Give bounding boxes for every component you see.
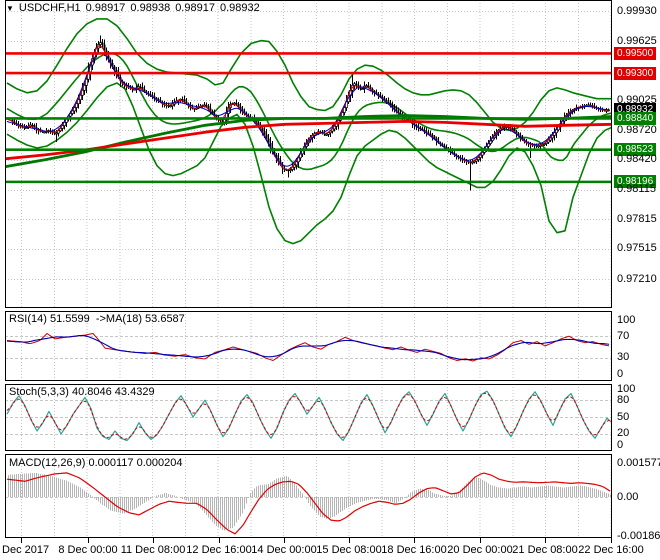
time-label: 6 Dec 2017 — [0, 544, 50, 556]
resistance-price-badge: 0.99300 — [614, 66, 657, 80]
time-label: 11 Dec 08:00 — [120, 544, 186, 556]
rsi-tick-label: 0 — [617, 367, 624, 380]
chart-title: ▼ USDCHF,H1 0.98917 0.98938 0.98917 0.98… — [6, 1, 265, 15]
main-chart-panel[interactable] — [5, 0, 612, 308]
time-tick — [545, 538, 546, 543]
stoch-tick-label: 80 — [617, 393, 630, 406]
time-tick — [611, 538, 612, 543]
stoch-tick-label: 50 — [617, 410, 630, 423]
ohlc-high: 0.98938 — [130, 2, 171, 14]
price-label: 0.98720 — [617, 123, 657, 136]
rsi-tick-label: 30 — [617, 351, 630, 364]
time-tick — [21, 538, 22, 543]
time-label: 8 Dec 00:00 — [58, 544, 118, 556]
price-label: 0.99930 — [617, 4, 657, 17]
ohlc-low: 0.98917 — [175, 2, 215, 14]
time-tick — [349, 538, 350, 543]
macd-tick-label: 0.001577 — [617, 457, 660, 470]
price-label: 0.97515 — [617, 242, 657, 255]
time-label: 22 Dec 16:00 — [578, 544, 644, 556]
price-label: 0.99625 — [617, 34, 657, 47]
macd-tick-label: -0.001867 — [617, 529, 660, 542]
resistance-price-badge: 0.99500 — [614, 46, 657, 60]
time-label: 20 Dec 00:00 — [447, 544, 513, 556]
stoch-label: Stoch(5,3,3) 40.8046 43.4329 — [9, 386, 155, 398]
ohlc-open: 0.98917 — [85, 2, 126, 14]
ohlc-close: 0.98932 — [219, 2, 260, 14]
price-label: 0.98115 — [617, 183, 656, 196]
price-label: 0.97815 — [617, 212, 657, 225]
time-tick — [480, 538, 481, 543]
rsi-label: RSI(14) 51.5599 ->MA(18) 53.6587 — [9, 313, 185, 325]
time-tick — [284, 538, 285, 543]
time-label: 14 Dec 00:00 — [251, 544, 317, 556]
price-chart[interactable] — [5, 0, 612, 308]
time-tick — [88, 538, 89, 543]
symbol-timeframe: USDCHF,H1 — [18, 2, 81, 14]
time-label: 21 Dec 08:00 — [512, 544, 578, 556]
time-tick — [414, 538, 415, 543]
time-tick — [219, 538, 220, 543]
symbol-dropdown-icon[interactable]: ▼ — [6, 4, 14, 13]
rsi-tick-label: 70 — [617, 329, 630, 342]
price-label: 0.98420 — [617, 153, 657, 166]
rsi-tick-label: 100 — [617, 313, 636, 326]
macd-tick-label: 0.00 — [617, 490, 639, 503]
time-label: 15 Dec 08:00 — [316, 544, 382, 556]
time-label: 18 Dec 16:00 — [381, 544, 447, 556]
time-label: 12 Dec 16:00 — [186, 544, 252, 556]
chart-window: ▼ USDCHF,H1 0.98917 0.98938 0.98917 0.98… — [0, 0, 660, 560]
stoch-tick-label: 0 — [617, 438, 624, 451]
macd-label: MACD(12,26,9) 0.000117 0.000204 — [9, 457, 183, 469]
price-label: 0.97210 — [617, 272, 657, 285]
time-tick — [153, 538, 154, 543]
